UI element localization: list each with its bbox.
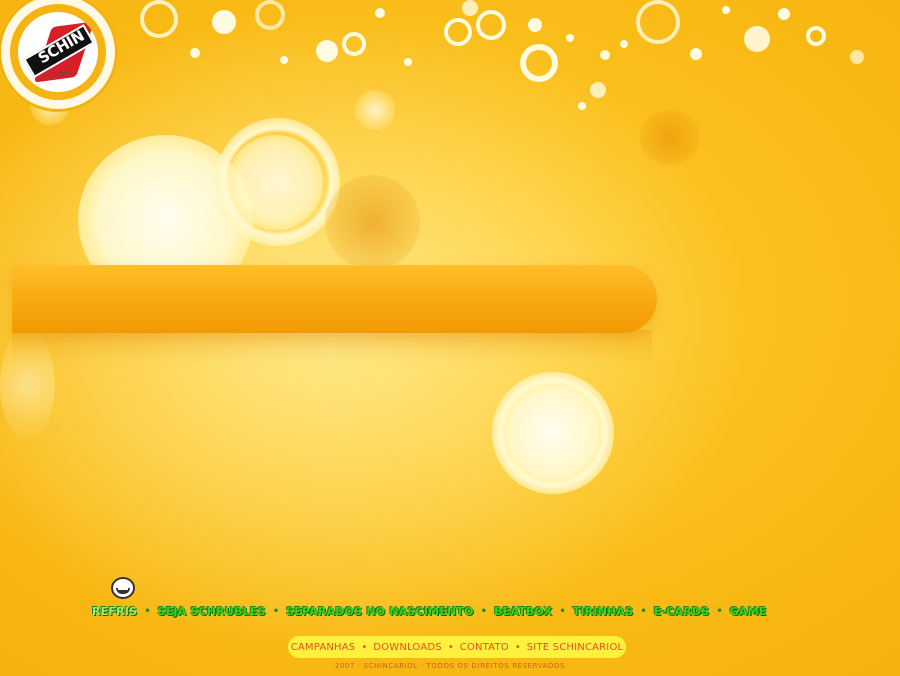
bubble-decoration: [778, 8, 790, 20]
bubble-decoration: [404, 58, 412, 66]
bubble-decoration: [528, 18, 542, 32]
nav-separator: •: [559, 605, 566, 617]
main-nav: Refris • Seja Schrubles • Separados no N…: [92, 600, 792, 622]
bubble-decoration: [476, 10, 506, 40]
nav-item-seja-schrubles[interactable]: Seja Schrubles: [158, 605, 266, 618]
schin-logo[interactable]: SCHIN all you: [0, 0, 118, 112]
bubble-decoration: [620, 40, 628, 48]
nav-separator: •: [640, 605, 647, 617]
bubble-decoration: [316, 40, 338, 62]
bubble-decoration: [355, 90, 395, 130]
bubble-decoration: [600, 50, 610, 60]
nav-separator: •: [144, 605, 151, 617]
nav-item-separados-no-nascimento[interactable]: Separados no Nascimento: [286, 605, 474, 618]
secondary-nav-separator: •: [361, 641, 368, 653]
bubble-decoration: [280, 56, 288, 64]
bubble-decoration: [492, 372, 614, 494]
nav-separator: •: [272, 605, 280, 617]
bubble-decoration: [228, 135, 323, 230]
nav-item-beatbox[interactable]: Beatbox: [494, 605, 552, 618]
bubble-decoration: [190, 48, 200, 58]
bubble-decoration: [255, 0, 285, 30]
secondary-nav-separator: •: [514, 641, 521, 653]
bubble-decoration: [744, 26, 770, 52]
link-site-schincariol[interactable]: SITE SCHINCARIOL: [527, 642, 624, 653]
bubble-decoration: [722, 6, 730, 14]
bubble-decoration: [640, 110, 700, 165]
horizontal-bar-decoration: [12, 265, 657, 333]
bubble-decoration: [212, 10, 236, 34]
bubble-decoration: [444, 18, 472, 46]
logo-badge: SCHIN all you: [18, 12, 98, 92]
logo-tagline: all you: [45, 69, 70, 79]
bubble-decoration: [462, 0, 478, 16]
bubble-decoration: [850, 50, 864, 64]
nav-item-e-cards[interactable]: E-cards: [654, 605, 710, 618]
link-contato[interactable]: CONTATO: [460, 642, 509, 653]
link-downloads[interactable]: DOWNLOADS: [373, 642, 442, 653]
bubble-decoration: [636, 0, 680, 44]
nav-separator: •: [716, 605, 723, 617]
bubble-decoration: [690, 48, 702, 60]
bubble-decoration: [375, 8, 385, 18]
bubble-decoration: [342, 32, 366, 56]
bubble-decoration: [566, 34, 574, 42]
link-campanhas[interactable]: CAMPANHAS: [291, 642, 356, 653]
bubble-decoration: [140, 0, 178, 38]
bubble-decoration: [578, 102, 586, 110]
nav-separator: •: [480, 605, 488, 617]
secondary-nav: CAMPANHAS • DOWNLOADS • CONTATO • SITE S…: [288, 636, 626, 658]
mascot-teeth: [118, 588, 128, 590]
nav-item-refris[interactable]: Refris: [92, 605, 137, 618]
nav-item-tirinhas[interactable]: Tirinhas: [573, 605, 634, 618]
bubble-decoration: [325, 175, 420, 270]
bubble-decoration: [520, 44, 558, 82]
secondary-nav-separator: •: [447, 641, 454, 653]
bar-shadow-decoration: [12, 330, 652, 365]
bubble-decoration: [806, 26, 826, 46]
hero-background: [0, 0, 900, 676]
copyright-footer: 2007 · SCHINCARIOL · TODOS OS DIREITOS R…: [334, 662, 566, 670]
smiling-face-icon: [111, 577, 135, 599]
bubble-decoration: [590, 82, 606, 98]
nav-item-game[interactable]: Game: [730, 605, 767, 618]
